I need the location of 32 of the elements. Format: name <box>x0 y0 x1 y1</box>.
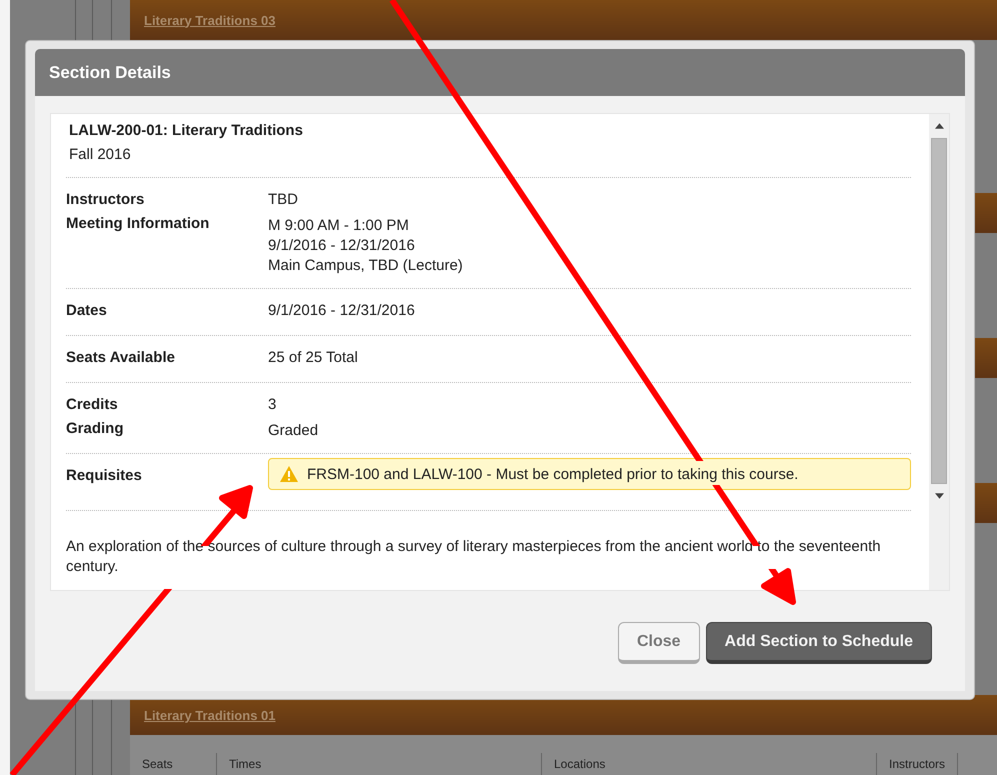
column-header: Instructors <box>877 753 958 775</box>
field-value: Main Campus, TBD (Lecture) <box>268 256 463 276</box>
warning-message: FRSM-100 and LALW-100 - Must be completed prior to taking this course. <box>307 466 798 482</box>
field-label: Instructors <box>66 190 146 210</box>
field-value: 25 of 25 Total <box>268 348 358 368</box>
field-label: Meeting Information <box>66 214 210 234</box>
field-value: TBD <box>268 190 298 210</box>
field-value: Graded <box>268 421 318 441</box>
column-header: Times <box>217 753 542 775</box>
scroll-down-icon[interactable] <box>934 493 944 499</box>
close-button[interactable]: Close <box>618 622 700 664</box>
field-label: Credits <box>66 395 119 415</box>
field-value: 3 <box>268 395 276 415</box>
course-link[interactable]: Literary Traditions 03 <box>144 12 276 28</box>
field-value: M 9:00 AM - 1:00 PM <box>268 216 410 236</box>
dialog-title: Section Details <box>49 62 171 82</box>
field-value: 9/1/2016 - 12/31/2016 <box>268 236 416 256</box>
course-description: An exploration of the sources of culture through a survey of literary masterpieces from the ancient world to the seventeenth century. <box>66 537 882 577</box>
scroll-up-icon[interactable] <box>934 123 944 129</box>
scrollbar[interactable] <box>929 114 949 590</box>
field-label: Requisites <box>66 466 143 486</box>
field-value: 9/1/2016 - 12/31/2016 <box>268 301 415 321</box>
course-link[interactable]: Literary Traditions 01 <box>144 708 276 723</box>
field-label: Seats Available <box>66 348 176 368</box>
course-term: Fall 2016 <box>69 145 132 165</box>
add-button[interactable]: Add Section to Schedule <box>706 622 932 664</box>
column-header: Seats <box>130 753 217 775</box>
field-label: Dates <box>66 301 108 321</box>
course-title: LALW-200-01: Literary Traditions <box>69 121 304 141</box>
warning-icon <box>279 465 299 483</box>
column-header: Locations <box>542 753 877 775</box>
field-label: Grading <box>66 419 125 439</box>
